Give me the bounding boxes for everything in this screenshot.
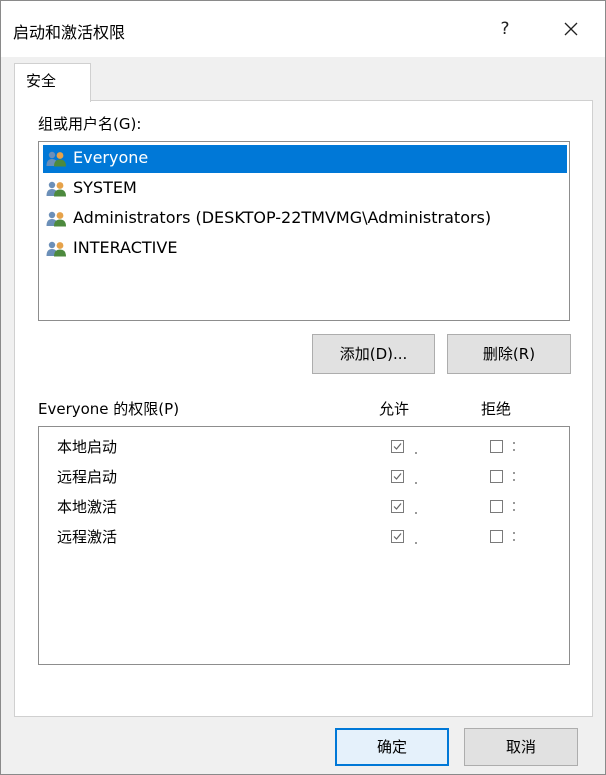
checkmark-icon [393,473,402,480]
user-list-item-administrators[interactable]: Administrators (DESKTOP-22TMVMG\Administ… [43,205,567,233]
user-list-item-label: Everyone [73,148,149,167]
permissions-list: 本地启动 远程启动 本地激活 远程激活 [38,426,570,665]
user-list[interactable]: Everyone SYSTEM Administrators (DESKTOP-… [38,141,570,321]
permission-row-remote-launch: 远程启动 [39,461,569,491]
remove-button[interactable]: 删除(R) [447,334,571,374]
title-bar: 启动和激活权限 ? [1,1,605,57]
checkmark-icon [393,533,402,540]
user-list-item-label: Administrators (DESKTOP-22TMVMG\Administ… [73,208,492,227]
permission-row-local-activation: 本地激活 [39,491,569,521]
tab-security[interactable]: 安全 [14,63,91,102]
checkmark-icon [393,443,402,450]
ok-button[interactable]: 确定 [335,728,449,766]
user-list-item-interactive[interactable]: INTERACTIVE [43,235,567,263]
users-icon [46,181,66,197]
users-icon [46,151,66,167]
help-button[interactable]: ? [487,13,523,45]
permission-row-remote-activation: 远程激活 [39,521,569,551]
permission-row-local-launch: 本地启动 [39,431,569,461]
close-icon [564,22,578,36]
user-list-item-label: SYSTEM [73,178,137,197]
permission-name: 远程激活 [57,528,118,546]
window-title: 启动和激活权限 [13,23,126,42]
permission-name: 远程启动 [57,468,118,486]
users-icon [46,211,66,227]
deny-checkbox[interactable] [490,500,503,513]
tab-security-label: 安全 [26,72,57,90]
add-button[interactable]: 添加(D)... [312,334,435,374]
permission-name: 本地启动 [57,438,118,456]
cancel-button[interactable]: 取消 [464,728,578,766]
deny-checkbox[interactable] [490,470,503,483]
allow-checkbox[interactable] [391,470,404,483]
close-button[interactable] [553,13,589,45]
deny-checkbox[interactable] [490,440,503,453]
allow-column-header: 允许 [379,400,410,418]
user-list-item-system[interactable]: SYSTEM [43,175,567,203]
security-panel: 组或用户名(G): Everyone SYSTEM Administrators… [14,100,593,717]
allow-checkbox[interactable] [391,500,404,513]
allow-checkbox[interactable] [391,440,404,453]
user-list-item-everyone[interactable]: Everyone [43,145,567,173]
deny-column-header: 拒绝 [481,400,512,418]
permission-name: 本地激活 [57,498,118,516]
deny-checkbox[interactable] [490,530,503,543]
checkmark-icon [393,503,402,510]
user-list-item-label: INTERACTIVE [73,238,178,257]
allow-checkbox[interactable] [391,530,404,543]
permissions-dialog: 启动和激活权限 ? 安全 组或用户名(G): Everyone SYSTEM A… [0,0,606,775]
permissions-label: Everyone 的权限(P) [38,400,180,418]
users-icon [46,241,66,257]
group-or-user-label: 组或用户名(G): [38,115,142,133]
